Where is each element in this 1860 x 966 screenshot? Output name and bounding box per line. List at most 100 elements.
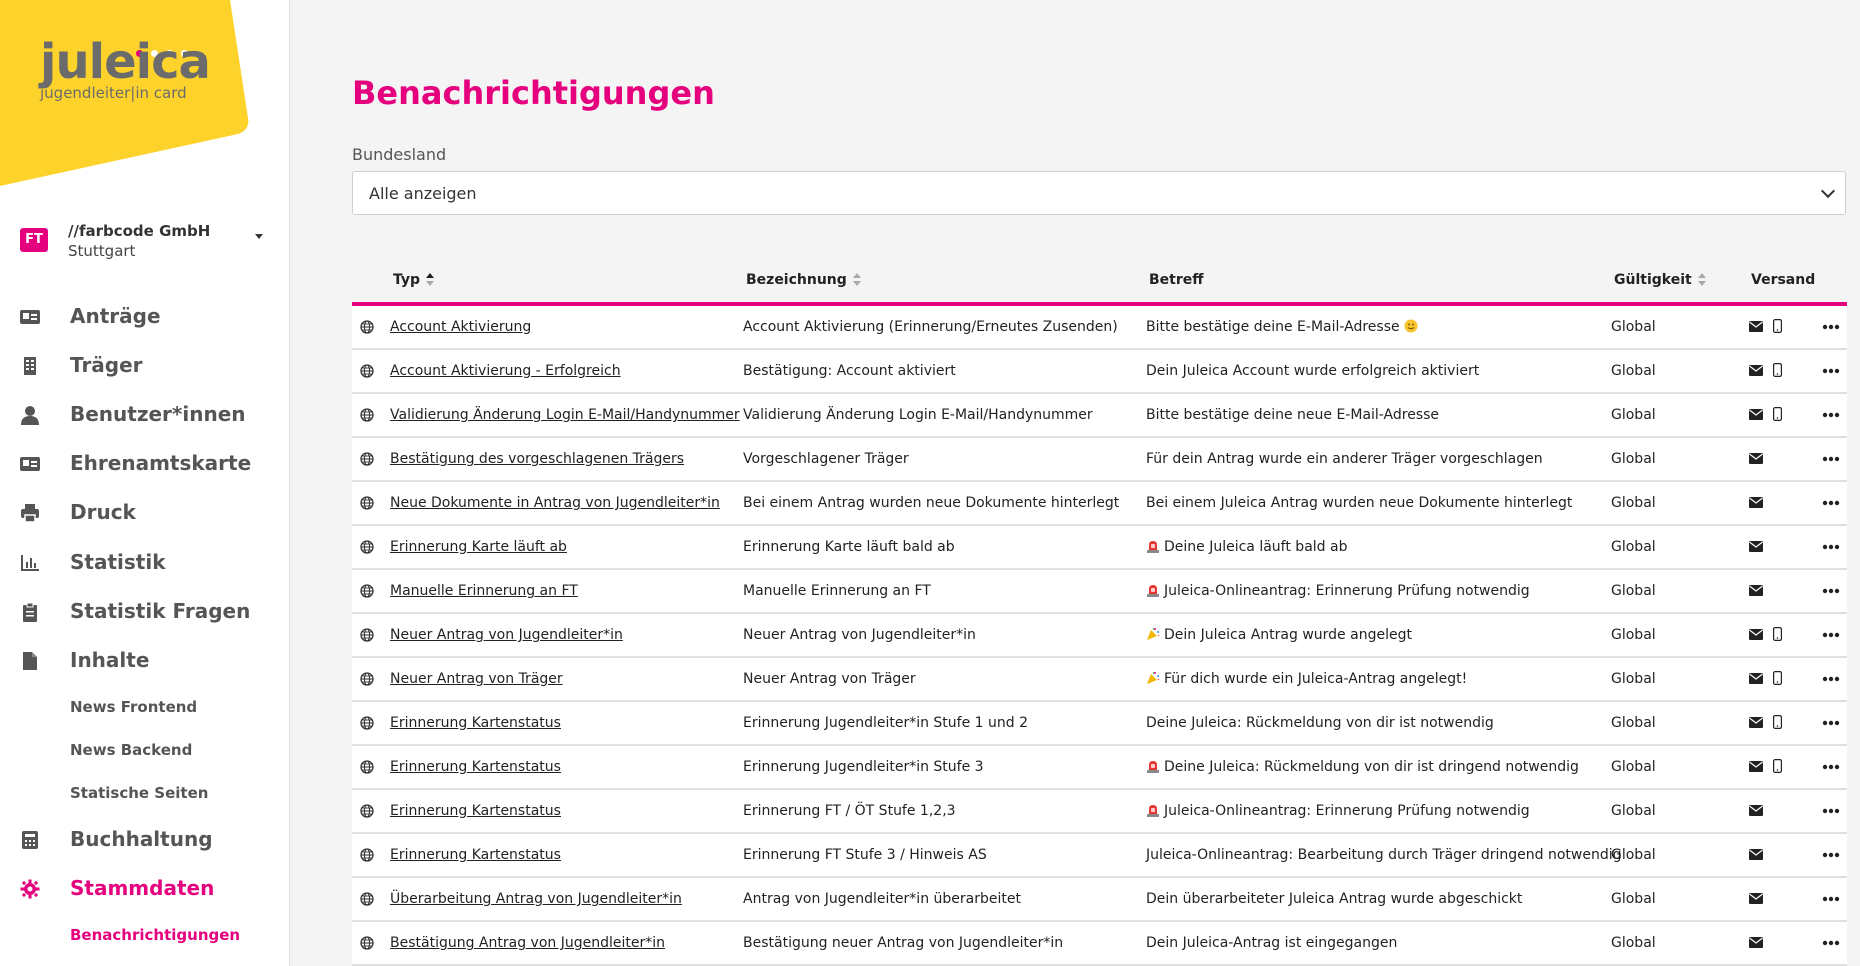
gueltigkeit-cell: Global	[1611, 583, 1656, 599]
phone-icon	[1773, 759, 1782, 773]
more-actions-icon[interactable]	[1822, 896, 1840, 902]
typ-link[interactable]: Überarbeitung Antrag von Jugendleiter*in	[390, 891, 682, 907]
nav-label: Benutzer*innen	[70, 402, 246, 426]
nav-label: Ehrenamtskarte	[70, 451, 252, 475]
page-title: Benachrichtigungen	[352, 74, 715, 112]
phone-icon	[1773, 671, 1782, 685]
betreff-text: Deine Juleica: Rückmeldung von dir ist n…	[1146, 715, 1494, 731]
typ-link[interactable]: Validierung Änderung Login E-Mail/Handyn…	[390, 407, 740, 423]
logo-wordmark: juleica jugendleiter|in card	[40, 38, 211, 102]
globe-icon	[360, 716, 374, 730]
gueltigkeit-cell: Global	[1611, 671, 1656, 687]
gueltigkeit-cell: Global	[1611, 539, 1656, 555]
betreff-cell: Deine Juleica läuft bald ab	[1146, 539, 1347, 555]
typ-link[interactable]: Neue Dokumente in Antrag von Jugendleite…	[390, 495, 720, 511]
typ-link[interactable]: Account Aktivierung	[390, 319, 531, 335]
more-actions-icon[interactable]	[1822, 500, 1840, 506]
more-actions-icon[interactable]	[1822, 808, 1840, 814]
typ-link[interactable]: Bestätigung des vorgeschlagenen Trägers	[390, 451, 684, 467]
more-actions-icon[interactable]	[1822, 588, 1840, 594]
nav-item-druck[interactable]: Druck	[20, 495, 280, 531]
typ-link[interactable]: Erinnerung Kartenstatus	[390, 847, 561, 863]
nav-item-buchhaltung[interactable]: Buchhaltung	[20, 822, 280, 858]
globe-icon	[360, 760, 374, 774]
betreff-text: Dein Juleica-Antrag ist eingegangen	[1146, 935, 1398, 951]
nav-item-statistik[interactable]: Statistik	[20, 545, 280, 581]
globe-icon	[360, 672, 374, 686]
nav-item-inhalte[interactable]: Inhalte	[20, 643, 280, 679]
column-header-gueltigkeit[interactable]: Gültigkeit	[1614, 272, 1706, 288]
nav-item-statistik-fragen[interactable]: Statistik Fragen	[20, 594, 280, 630]
more-actions-icon[interactable]	[1822, 324, 1840, 330]
betreff-cell: Bei einem Juleica Antrag wurden neue Dok…	[1146, 495, 1572, 511]
nav-item-ehrenamtskarte[interactable]: Ehrenamtskarte	[20, 446, 280, 482]
sort-icon	[426, 273, 435, 287]
nav-item-antraege[interactable]: Anträge	[20, 299, 280, 335]
typ-link[interactable]: Bestätigung Antrag von Jugendleiter*in	[390, 935, 665, 951]
gueltigkeit-cell: Global	[1611, 363, 1656, 379]
org-badge: FT	[20, 228, 48, 252]
betreff-text: Für dein Antrag wurde ein anderer Träger…	[1146, 451, 1543, 467]
typ-link[interactable]: Erinnerung Karte läuft ab	[390, 539, 567, 555]
subnav-benachrichtigungen[interactable]: Benachrichtigungen	[70, 926, 240, 944]
more-actions-icon[interactable]	[1822, 764, 1840, 770]
nav-item-stammdaten[interactable]: Stammdaten	[20, 871, 280, 907]
mail-icon	[1749, 805, 1763, 816]
bezeichnung-cell: Manuelle Erinnerung an FT	[743, 583, 931, 599]
nav-item-traeger[interactable]: Träger	[20, 348, 280, 384]
more-actions-icon[interactable]	[1822, 412, 1840, 418]
typ-link[interactable]: Erinnerung Kartenstatus	[390, 803, 561, 819]
bundesland-select[interactable]: Alle anzeigen	[352, 171, 1846, 215]
org-city: Stuttgart	[68, 242, 136, 260]
more-actions-icon[interactable]	[1822, 544, 1840, 550]
nav-label: Statistik	[70, 550, 166, 574]
table-row: Bestätigung des vorgeschlagenen Trägers V…	[352, 438, 1847, 482]
gueltigkeit-cell: Global	[1611, 803, 1656, 819]
betreff-cell: Für dein Antrag wurde ein anderer Träger…	[1146, 451, 1543, 467]
typ-link[interactable]: Manuelle Erinnerung an FT	[390, 583, 578, 599]
more-actions-icon[interactable]	[1822, 676, 1840, 682]
more-actions-icon[interactable]	[1822, 456, 1840, 462]
building-icon	[24, 357, 36, 375]
typ-link[interactable]: Neuer Antrag von Jugendleiter*in	[390, 627, 623, 643]
typ-link[interactable]: Neuer Antrag von Träger	[390, 671, 563, 687]
party-popper-icon	[1147, 671, 1160, 684]
more-actions-icon[interactable]	[1822, 940, 1840, 946]
subnav-statische-seiten[interactable]: Statische Seiten	[70, 784, 208, 802]
betreff-cell: Juleica-Onlineantrag: Bearbeitung durch …	[1146, 847, 1622, 863]
nav-item-benutzer[interactable]: Benutzer*innen	[20, 397, 280, 433]
more-actions-icon[interactable]	[1822, 368, 1840, 374]
table-row: Validierung Änderung Login E-Mail/Handyn…	[352, 394, 1847, 438]
subnav-news-backend[interactable]: News Backend	[70, 741, 192, 759]
logo[interactable]: juleica jugendleiter|in card	[0, 0, 289, 190]
globe-icon	[360, 936, 374, 950]
typ-link[interactable]: Account Aktivierung - Erfolgreich	[390, 363, 621, 379]
siren-emoji-icon	[1147, 761, 1159, 773]
table-row: Bestätigung Antrag von Jugendleiter*in Be…	[352, 922, 1847, 966]
bezeichnung-cell: Erinnerung FT / ÖT Stufe 1,2,3	[743, 803, 956, 819]
mail-icon	[1749, 321, 1763, 332]
globe-icon	[360, 540, 374, 554]
more-actions-icon[interactable]	[1822, 852, 1840, 858]
globe-icon	[360, 408, 374, 422]
bezeichnung-cell: Vorgeschlagener Träger	[743, 451, 909, 467]
bundesland-select-value: Alle anzeigen	[369, 184, 477, 203]
mail-icon	[1749, 761, 1763, 772]
gueltigkeit-cell: Global	[1611, 891, 1656, 907]
more-actions-icon[interactable]	[1822, 720, 1840, 726]
betreff-text: Juleica-Onlineantrag: Erinnerung Prüfung…	[1164, 583, 1530, 599]
column-header-bezeichnung[interactable]: Bezeichnung	[746, 272, 861, 288]
bezeichnung-cell: Antrag von Jugendleiter*in überarbeitet	[743, 891, 1021, 907]
bezeichnung-cell: Erinnerung Jugendleiter*in Stufe 3	[743, 759, 984, 775]
column-header-typ[interactable]: Typ	[393, 272, 435, 288]
typ-link[interactable]: Erinnerung Kartenstatus	[390, 715, 561, 731]
more-actions-icon[interactable]	[1822, 632, 1840, 638]
org-switcher[interactable]: FT //farbcode GmbH Stuttgart	[20, 220, 270, 264]
gueltigkeit-cell: Global	[1611, 407, 1656, 423]
typ-link[interactable]: Erinnerung Kartenstatus	[390, 759, 561, 775]
clipboard-icon	[23, 602, 37, 622]
nav-label: Träger	[70, 353, 143, 377]
bezeichnung-cell: Validierung Änderung Login E-Mail/Handyn…	[743, 407, 1093, 423]
file-icon	[23, 652, 37, 670]
subnav-news-frontend[interactable]: News Frontend	[70, 698, 197, 716]
